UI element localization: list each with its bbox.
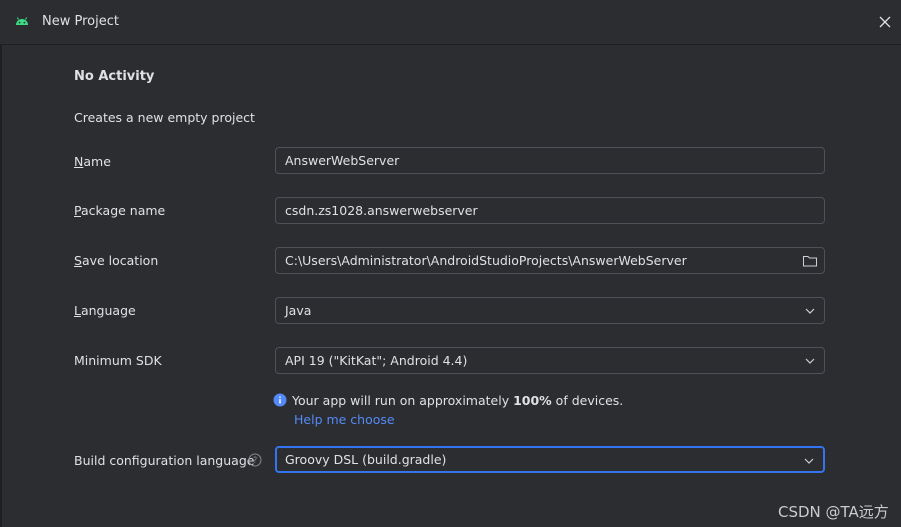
package-name-value: csdn.zs1028.answerwebserver <box>285 203 478 218</box>
close-icon[interactable] <box>876 13 894 31</box>
save-location-value: C:\Users\Administrator\AndroidStudioProj… <box>285 253 687 268</box>
build-config-label: Build configuration language <box>74 453 255 468</box>
minimum-sdk-label: Minimum SDK <box>74 353 162 368</box>
chevron-down-icon <box>805 308 815 314</box>
template-heading: No Activity <box>74 69 155 84</box>
help-me-choose-link[interactable]: Help me choose <box>294 412 395 427</box>
sdk-coverage-text: Your app will run on approximately 100% … <box>292 393 624 408</box>
build-config-value: Groovy DSL (build.gradle) <box>285 452 447 467</box>
language-select[interactable]: Java <box>275 297 825 324</box>
chevron-down-icon <box>805 358 815 364</box>
android-icon <box>16 17 28 25</box>
help-question-icon[interactable]: ? <box>248 453 262 467</box>
save-location-input[interactable]: C:\Users\Administrator\AndroidStudioProj… <box>275 247 825 274</box>
watermark: CSDN @TA远方 <box>778 503 889 521</box>
folder-icon[interactable] <box>802 253 818 269</box>
chevron-down-icon <box>804 458 814 464</box>
name-label: Name <box>74 154 111 169</box>
name-value: AnswerWebServer <box>285 153 400 168</box>
sdk-coverage-percent: 100% <box>513 393 552 408</box>
build-config-select[interactable]: Groovy DSL (build.gradle) <box>275 446 825 473</box>
title-bar: New Project <box>0 0 901 45</box>
minimum-sdk-select[interactable]: API 19 ("KitKat"; Android 4.4) <box>275 347 825 374</box>
package-name-label: Package name <box>74 203 166 218</box>
template-description: Creates a new empty project <box>74 110 255 125</box>
window-left-border <box>0 44 2 527</box>
svg-text:?: ? <box>253 456 258 466</box>
language-value: Java <box>285 303 312 318</box>
window-title: New Project <box>42 14 119 29</box>
package-name-input[interactable]: csdn.zs1028.answerwebserver <box>275 197 825 224</box>
minimum-sdk-value: API 19 ("KitKat"; Android 4.4) <box>285 353 468 368</box>
language-label: Language <box>74 303 136 318</box>
save-location-label: Save location <box>74 253 159 268</box>
name-input[interactable]: AnswerWebServer <box>275 147 825 174</box>
info-icon <box>273 393 287 407</box>
